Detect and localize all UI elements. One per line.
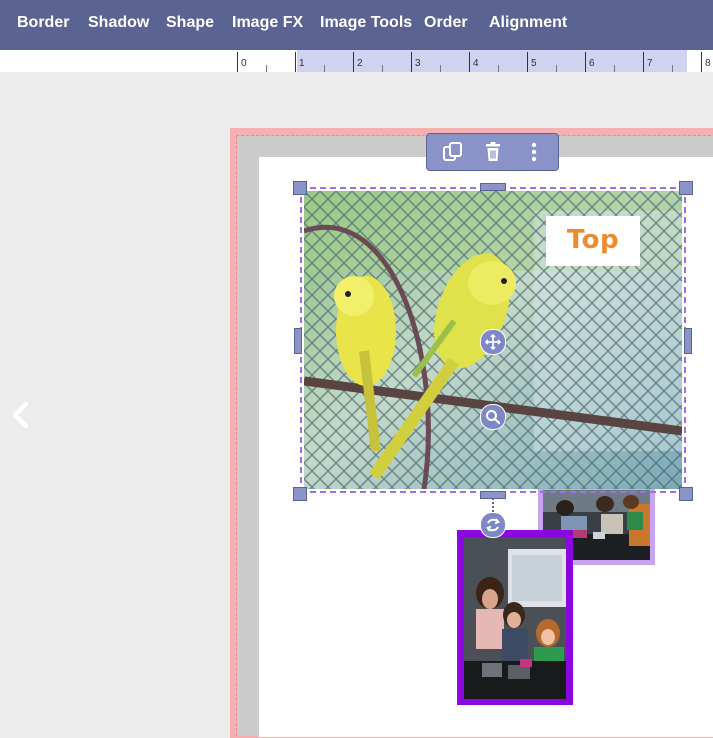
toolbar-border[interactable]: Border	[17, 0, 69, 50]
zoom-handle[interactable]	[480, 404, 506, 430]
ruler-selection-band	[297, 50, 687, 72]
rotate-icon	[486, 518, 500, 532]
ruler-number: 0	[241, 58, 247, 69]
ruler-subtick	[498, 65, 499, 72]
resize-handle-bottom-right[interactable]	[679, 487, 693, 501]
trash-icon	[486, 142, 500, 161]
delete-button[interactable]	[480, 139, 506, 165]
toolbar-shadow[interactable]: Shadow	[88, 0, 149, 50]
ruler-number: 7	[647, 58, 653, 69]
photo-robotics-portrait-image	[464, 537, 566, 699]
ruler-tick	[643, 52, 644, 72]
move-icon	[484, 333, 502, 351]
ruler-number: 4	[473, 58, 479, 69]
ruler-number: 1	[299, 58, 305, 69]
ruler-number: 3	[415, 58, 421, 69]
ruler-number: 6	[589, 58, 595, 69]
rotate-handle[interactable]	[480, 512, 506, 538]
ruler-subtick	[556, 65, 557, 72]
more-options-button[interactable]	[521, 139, 547, 165]
prev-page-button[interactable]	[8, 398, 36, 432]
floating-element-toolbar	[426, 133, 559, 171]
toolbar-alignment[interactable]: Alignment	[489, 0, 567, 50]
toolbar-image-tools[interactable]: Image Tools	[320, 0, 412, 50]
bleed-guide-line	[236, 136, 237, 736]
ruler-subtick	[614, 65, 615, 72]
move-handle[interactable]	[480, 329, 506, 355]
ruler-subtick	[672, 65, 673, 72]
ruler-subtick	[440, 65, 441, 72]
resize-handle-top-left[interactable]	[293, 181, 307, 195]
resize-handle-top[interactable]	[480, 183, 506, 191]
ruler-tick	[701, 52, 702, 72]
ruler-subtick	[324, 65, 325, 72]
ruler-number: 2	[357, 58, 363, 69]
more-vertical-icon	[531, 142, 537, 162]
resize-handle-left[interactable]	[294, 328, 302, 354]
text-box-top-text: Top	[566, 225, 620, 255]
ruler-tick	[469, 52, 470, 72]
chevron-left-icon	[12, 401, 29, 429]
toolbar-shape[interactable]: Shape	[166, 0, 214, 50]
ruler-subtick	[382, 65, 383, 72]
ruler-tick	[585, 52, 586, 72]
ruler-number: 8	[705, 58, 711, 69]
top-toolbar: Border Shadow Shape Image FX Image Tools…	[0, 0, 713, 50]
ruler-tick	[527, 52, 528, 72]
toolbar-order[interactable]: Order	[424, 0, 468, 50]
photo-robotics-portrait[interactable]	[457, 530, 573, 705]
resize-handle-bottom[interactable]	[480, 491, 506, 499]
resize-handle-bottom-left[interactable]	[293, 487, 307, 501]
ruler-tick	[237, 52, 238, 72]
zoom-icon	[486, 410, 501, 425]
duplicate-icon	[443, 142, 462, 161]
toolbar-image-fx[interactable]: Image FX	[232, 0, 303, 50]
ruler-number: 5	[531, 58, 537, 69]
text-box-top[interactable]: Top	[546, 216, 640, 266]
horizontal-ruler: 0 1 2 3 4 5 6 7 8	[0, 50, 713, 72]
resize-handle-right[interactable]	[684, 328, 692, 354]
ruler-tick	[411, 52, 412, 72]
ruler-tick	[353, 52, 354, 72]
ruler-subtick	[266, 65, 267, 72]
ruler-tick	[295, 52, 296, 72]
resize-handle-top-right[interactable]	[679, 181, 693, 195]
duplicate-button[interactable]	[440, 139, 466, 165]
